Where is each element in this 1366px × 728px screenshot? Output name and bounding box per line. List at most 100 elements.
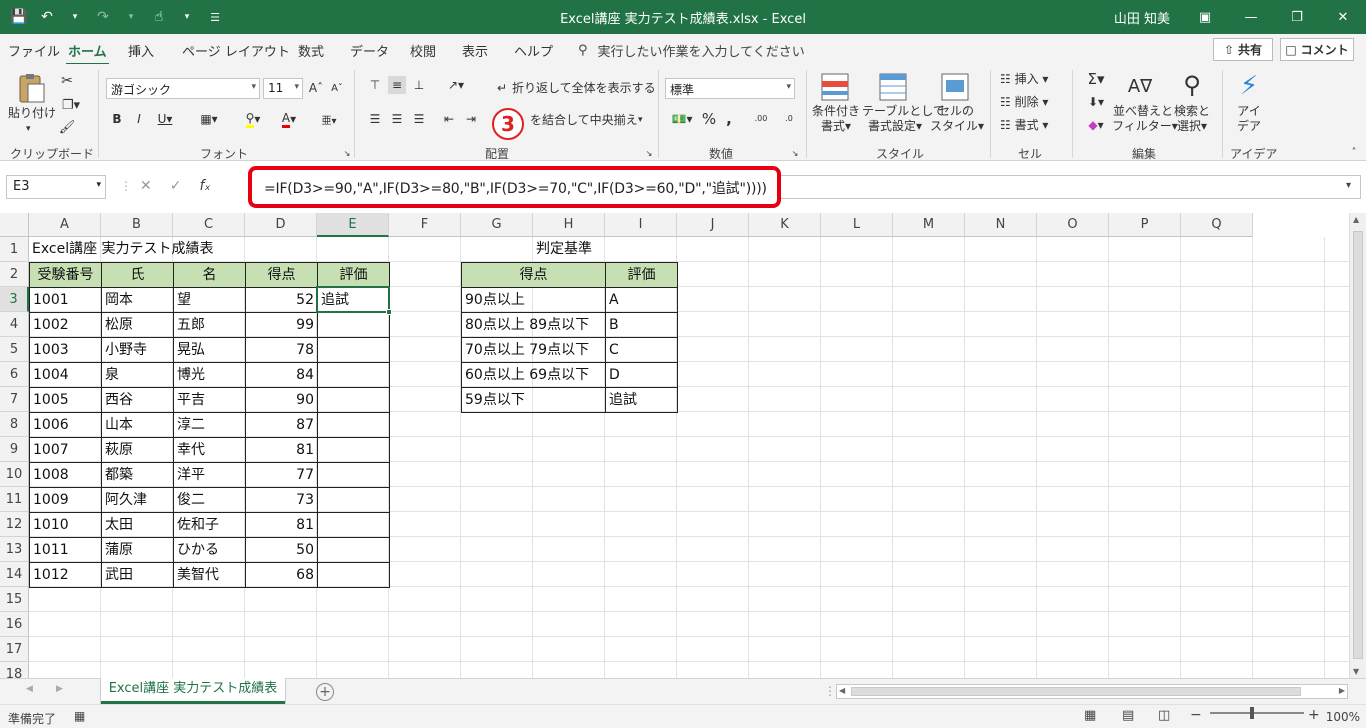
table-cell[interactable]: 淳二	[173, 412, 246, 438]
percent-icon[interactable]: %	[700, 110, 718, 128]
macro-record-icon[interactable]: ▦	[74, 709, 85, 723]
bold-icon[interactable]: B	[110, 110, 124, 128]
find-select-icon[interactable]: ⚲	[1176, 70, 1208, 100]
fill-color-icon[interactable]: ⚲ ▾	[238, 110, 268, 128]
tell-me-box[interactable]: ⚲ 実行したい作業を入力してください	[578, 41, 805, 60]
table-cell[interactable]: 1001	[29, 287, 102, 313]
expand-formula-bar-icon[interactable]: ▾	[1346, 180, 1351, 191]
sheet-tab[interactable]: Excel講座 実力テスト成績表	[101, 678, 285, 704]
comma-style-icon[interactable]: ,	[722, 110, 736, 128]
close-icon[interactable]: ✕	[1320, 0, 1366, 34]
criteria-cell[interactable]: 60点以上 69点以下	[461, 362, 606, 388]
table-cell[interactable]	[317, 437, 390, 463]
zoom-in-icon[interactable]: +	[1308, 707, 1320, 723]
merge-center-button[interactable]: を結合して中央揃え	[530, 113, 638, 128]
column-header[interactable]: F	[389, 213, 461, 237]
table-cell[interactable]	[317, 387, 390, 413]
table-cell[interactable]: 佐和子	[173, 512, 246, 538]
criteria-title-cell[interactable]: 判定基準	[533, 237, 605, 262]
table-cell[interactable]: 77	[245, 462, 318, 488]
name-box[interactable]: E3 ▾	[6, 175, 106, 199]
insert-cells-button[interactable]: ☷ 挿入 ▾	[1000, 72, 1048, 87]
align-left-icon[interactable]: ☰	[366, 110, 384, 128]
user-name[interactable]: 山田 知美	[1114, 8, 1170, 27]
tab-review[interactable]: 校閲	[410, 41, 436, 60]
tab-view[interactable]: 表示	[462, 41, 488, 60]
format-painter-icon[interactable]: 🖌	[58, 118, 76, 136]
vertical-scrollbar[interactable]: ▲ ▼	[1349, 213, 1366, 678]
column-header[interactable]: D	[245, 213, 317, 237]
table-cell[interactable]: 美智代	[173, 562, 246, 588]
table-cell[interactable]: 1010	[29, 512, 102, 538]
row-header[interactable]: 1	[0, 237, 29, 262]
paste-icon[interactable]	[16, 72, 48, 104]
sort-filter-icon[interactable]: A∇	[1124, 72, 1156, 100]
insert-function-icon[interactable]: fₓ	[199, 178, 210, 194]
table-cell[interactable]: 1005	[29, 387, 102, 413]
table-cell[interactable]: 蒲原	[101, 537, 174, 563]
table-cell[interactable]: 1004	[29, 362, 102, 388]
row-header[interactable]: 11	[0, 487, 29, 512]
table-cell[interactable]: 望	[173, 287, 246, 313]
criteria-cell[interactable]: B	[605, 312, 678, 338]
table-cell[interactable]	[317, 412, 390, 438]
tab-home[interactable]: ホーム	[66, 41, 109, 66]
column-header[interactable]: G	[461, 213, 533, 237]
find-select-label[interactable]: 検索と 選択▾	[1172, 104, 1212, 134]
ideas-icon[interactable]: ⚡	[1234, 70, 1264, 102]
enter-formula-icon[interactable]: ✓	[170, 178, 182, 194]
table-cell[interactable]: 99	[245, 312, 318, 338]
column-header[interactable]: A	[29, 213, 101, 237]
table-cell[interactable]: 87	[245, 412, 318, 438]
column-header[interactable]: I	[605, 213, 677, 237]
table-cell[interactable]: 武田	[101, 562, 174, 588]
table-cell[interactable]: 小野寺	[101, 337, 174, 363]
horizontal-scrollbar[interactable]: ◀ ▶	[836, 684, 1348, 699]
phonetic-icon[interactable]: 亜▾	[316, 110, 342, 128]
zoom-slider-knob[interactable]	[1250, 707, 1254, 719]
table-cell[interactable]	[317, 362, 390, 388]
number-launcher-icon[interactable]: ↘	[790, 148, 800, 158]
criteria-cell[interactable]: A	[605, 287, 678, 313]
font-grow-icon[interactable]: Aˆ	[307, 78, 325, 98]
row-header[interactable]: 8	[0, 412, 29, 437]
cancel-formula-icon[interactable]: ✕	[140, 178, 152, 194]
table-cell[interactable]: 81	[245, 512, 318, 538]
increase-indent-icon[interactable]: ⇥	[462, 110, 480, 128]
table-cell[interactable]: 平吉	[173, 387, 246, 413]
zoom-out-icon[interactable]: −	[1190, 707, 1202, 723]
align-top-icon[interactable]: ⊤	[366, 76, 384, 94]
tab-file[interactable]: ファイル	[8, 41, 60, 60]
criteria-cell[interactable]: C	[605, 337, 678, 363]
tab-split-grip-icon[interactable]: ⋮	[824, 684, 836, 698]
column-header[interactable]: Q	[1181, 213, 1253, 237]
decrease-decimal-icon[interactable]: .0	[778, 108, 800, 128]
alignment-launcher-icon[interactable]: ↘	[644, 148, 654, 158]
table-cell[interactable]: 90	[245, 387, 318, 413]
normal-view-icon[interactable]: ▦	[1084, 708, 1096, 723]
delete-cells-button[interactable]: ☷ 削除 ▾	[1000, 95, 1048, 110]
row-header[interactable]: 7	[0, 387, 29, 412]
row-header[interactable]: 9	[0, 437, 29, 462]
share-button[interactable]: ⇧ 共有	[1213, 38, 1273, 61]
table-cell[interactable]: 1008	[29, 462, 102, 488]
table-cell[interactable]: 52	[245, 287, 318, 313]
table-cell[interactable]: 1007	[29, 437, 102, 463]
conditional-format-icon[interactable]	[820, 72, 852, 104]
orientation-icon[interactable]: ↗▾	[442, 76, 470, 94]
scroll-right-icon[interactable]: ▶	[1339, 686, 1345, 695]
column-header[interactable]: M	[893, 213, 965, 237]
decrease-indent-icon[interactable]: ⇤	[440, 110, 458, 128]
ribbon-display-icon[interactable]: ▣	[1182, 0, 1228, 34]
cut-icon[interactable]: ✂	[58, 72, 76, 90]
fill-handle[interactable]	[386, 309, 392, 315]
font-launcher-icon[interactable]: ↘	[342, 148, 352, 158]
table-cell[interactable]: 1012	[29, 562, 102, 588]
minimize-icon[interactable]: —	[1228, 0, 1274, 34]
horizontal-scroll-thumb[interactable]	[851, 687, 1301, 696]
criteria-cell[interactable]: 80点以上 89点以下	[461, 312, 606, 338]
table-cell[interactable]: ひかる	[173, 537, 246, 563]
table-cell[interactable]: 松原	[101, 312, 174, 338]
format-as-table-icon[interactable]	[878, 72, 910, 104]
table-header-cell[interactable]: 氏	[101, 262, 174, 288]
